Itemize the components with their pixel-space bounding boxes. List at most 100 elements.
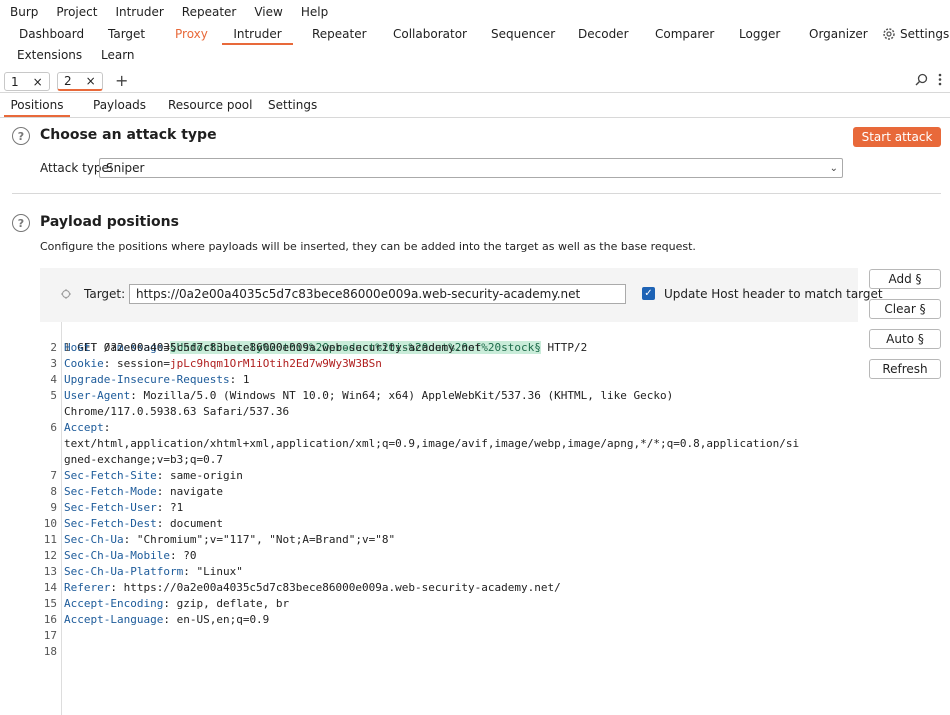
tab-intruder[interactable]: Intruder: [222, 27, 293, 45]
request-header-line: Chrome/117.0.5938.63 Safari/537.36: [40, 404, 289, 420]
tab-comparer[interactable]: Comparer: [655, 27, 714, 41]
help-icon[interactable]: ?: [12, 214, 30, 232]
line-number: 10: [43, 517, 57, 530]
tab-sequencer[interactable]: Sequencer: [491, 27, 555, 41]
tab-organizer[interactable]: Organizer: [809, 27, 868, 41]
header-value: "Chromium";v="117", "Not;A=Brand";v="8": [130, 533, 396, 546]
menu-burp[interactable]: Burp: [0, 5, 47, 19]
request-header-line: 15 Accept-Encoding: gzip, deflate, br: [40, 596, 289, 612]
line-number: 2: [50, 341, 57, 354]
header-colon: :: [130, 389, 137, 402]
payload-positions-description: Configure the positions where payloads w…: [40, 240, 696, 253]
http-version: HTTP/2: [540, 341, 588, 354]
header-value: navigate: [163, 485, 223, 498]
tab-logger[interactable]: Logger: [739, 27, 780, 41]
menu-help[interactable]: Help: [292, 5, 337, 19]
update-host-checkbox[interactable]: ✓: [642, 287, 655, 300]
attack-tab-label: 2: [64, 74, 72, 88]
tab-bar-tools: [915, 73, 942, 86]
tab-proxy[interactable]: Proxy: [175, 27, 208, 41]
header-name: User-Agent: [64, 389, 131, 402]
line-number: 4: [50, 373, 57, 386]
tab-intruder-settings[interactable]: Settings: [268, 98, 317, 112]
help-icon[interactable]: ?: [12, 127, 30, 145]
target-label: Target:: [84, 287, 126, 301]
attack-tab-1[interactable]: 1 ×: [4, 72, 50, 91]
more-options-icon[interactable]: [938, 73, 942, 86]
tab-settings[interactable]: Settings: [882, 27, 949, 41]
menu-view[interactable]: View: [245, 5, 291, 19]
header-name: Host: [64, 341, 91, 354]
header-value: document: [163, 517, 223, 530]
tab-positions[interactable]: Positions: [4, 98, 70, 117]
line-number: 7: [50, 469, 57, 482]
header-value: gzip, deflate, br: [169, 597, 290, 610]
tab-extensions[interactable]: Extensions: [17, 48, 82, 62]
header-name: Cookie: [64, 357, 104, 370]
refresh-button[interactable]: Refresh: [869, 359, 941, 379]
start-attack-button[interactable]: Start attack: [853, 127, 941, 147]
target-url-input[interactable]: https://0a2e00a4035c5d7c83bece86000e009a…: [129, 284, 626, 304]
header-value: Mozilla/5.0 (Windows NT 10.0; Win64; x64…: [136, 389, 674, 402]
menu-project[interactable]: Project: [47, 5, 106, 19]
tool-tabs-row1: Dashboard Target Proxy Intruder Repeater…: [0, 24, 950, 45]
search-icon[interactable]: [915, 73, 928, 86]
tab-collaborator[interactable]: Collaborator: [393, 27, 467, 41]
tab-target[interactable]: Target: [108, 27, 145, 41]
tab-repeater[interactable]: Repeater: [312, 27, 367, 41]
header-name: Accept-Language: [64, 613, 164, 626]
close-icon[interactable]: ×: [33, 75, 43, 89]
header-value: "Linux": [189, 565, 243, 578]
header-value: Chrome/117.0.5938.63 Safari/537.36: [64, 405, 290, 418]
menu-repeater[interactable]: Repeater: [173, 5, 246, 19]
header-value: text/html,application/xhtml+xml,applicat…: [64, 437, 800, 450]
section-divider: [12, 193, 941, 194]
add-tab-button[interactable]: +: [115, 71, 128, 90]
line-number: 18: [43, 645, 57, 658]
request-header-line: 17: [40, 628, 64, 644]
tab-payloads[interactable]: Payloads: [93, 98, 146, 112]
header-value: 1: [236, 373, 250, 386]
attack-type-value: Sniper: [106, 161, 145, 175]
header-name: Accept-Encoding: [64, 597, 164, 610]
attack-tab-2[interactable]: 2 ×: [57, 72, 103, 91]
line-number: 13: [43, 565, 57, 578]
header-name: Sec-Fetch-Mode: [64, 485, 157, 498]
add-marker-button[interactable]: Add §: [869, 269, 941, 289]
header-value: ?1: [163, 501, 184, 514]
tab-decoder[interactable]: Decoder: [578, 27, 629, 41]
cookie-value: jpLc9hqm1OrM1iOtih2Ed7w9Wy3W3BSn: [169, 357, 382, 370]
request-header-line: 3 Cookie: session=jpLc9hqm1OrM1iOtih2Ed7w…: [40, 356, 382, 372]
tab-resource-pool[interactable]: Resource pool: [168, 98, 252, 112]
update-host-label: Update Host header to match target: [664, 287, 883, 301]
header-name: Referer: [64, 581, 111, 594]
request-header-line: 7 Sec-Fetch-Site: same-origin: [40, 468, 242, 484]
tab-dashboard[interactable]: Dashboard: [19, 27, 84, 41]
header-name: Upgrade-Insecure-Requests: [64, 373, 230, 386]
attack-type-heading: Choose an attack type: [40, 127, 217, 143]
header-name: Sec-Ch-Ua-Platform: [64, 565, 184, 578]
attack-type-select[interactable]: Sniper ⌄: [99, 158, 843, 178]
line-number: 5: [50, 389, 57, 402]
request-line: 1 GET /?message=§Unfortunately%20this%20p…: [40, 324, 587, 354]
auto-marker-button[interactable]: Auto §: [869, 329, 941, 349]
header-value: https://0a2e00a4035c5d7c83bece86000e009a…: [116, 581, 561, 594]
request-header-line: 9 Sec-Fetch-User: ?1: [40, 500, 183, 516]
clear-marker-button[interactable]: Clear §: [869, 299, 941, 319]
header-value: en-US,en;q=0.9: [169, 613, 270, 626]
line-number: 11: [43, 533, 57, 546]
request-header-line: 8 Sec-Fetch-Mode: navigate: [40, 484, 223, 500]
line-number: 15: [43, 597, 57, 610]
header-colon: :: [169, 549, 177, 562]
request-header-line: 11 Sec-Ch-Ua: "Chromium";v="117", "Not;A=…: [40, 532, 395, 548]
tab-learn[interactable]: Learn: [101, 48, 135, 62]
menu-bar: Burp Project Intruder Repeater View Help: [0, 0, 950, 24]
close-icon[interactable]: ×: [86, 74, 96, 88]
intruder-inner-tabs: Positions Payloads Resource pool Setting…: [0, 94, 950, 118]
header-name: Sec-Fetch-Site: [64, 469, 157, 482]
menu-intruder[interactable]: Intruder: [106, 5, 172, 19]
tab-settings-label: Settings: [900, 27, 950, 41]
header-colon: :: [103, 421, 111, 434]
line-number: 8: [50, 485, 57, 498]
attack-tabs: 1 × 2 × +: [0, 69, 950, 93]
